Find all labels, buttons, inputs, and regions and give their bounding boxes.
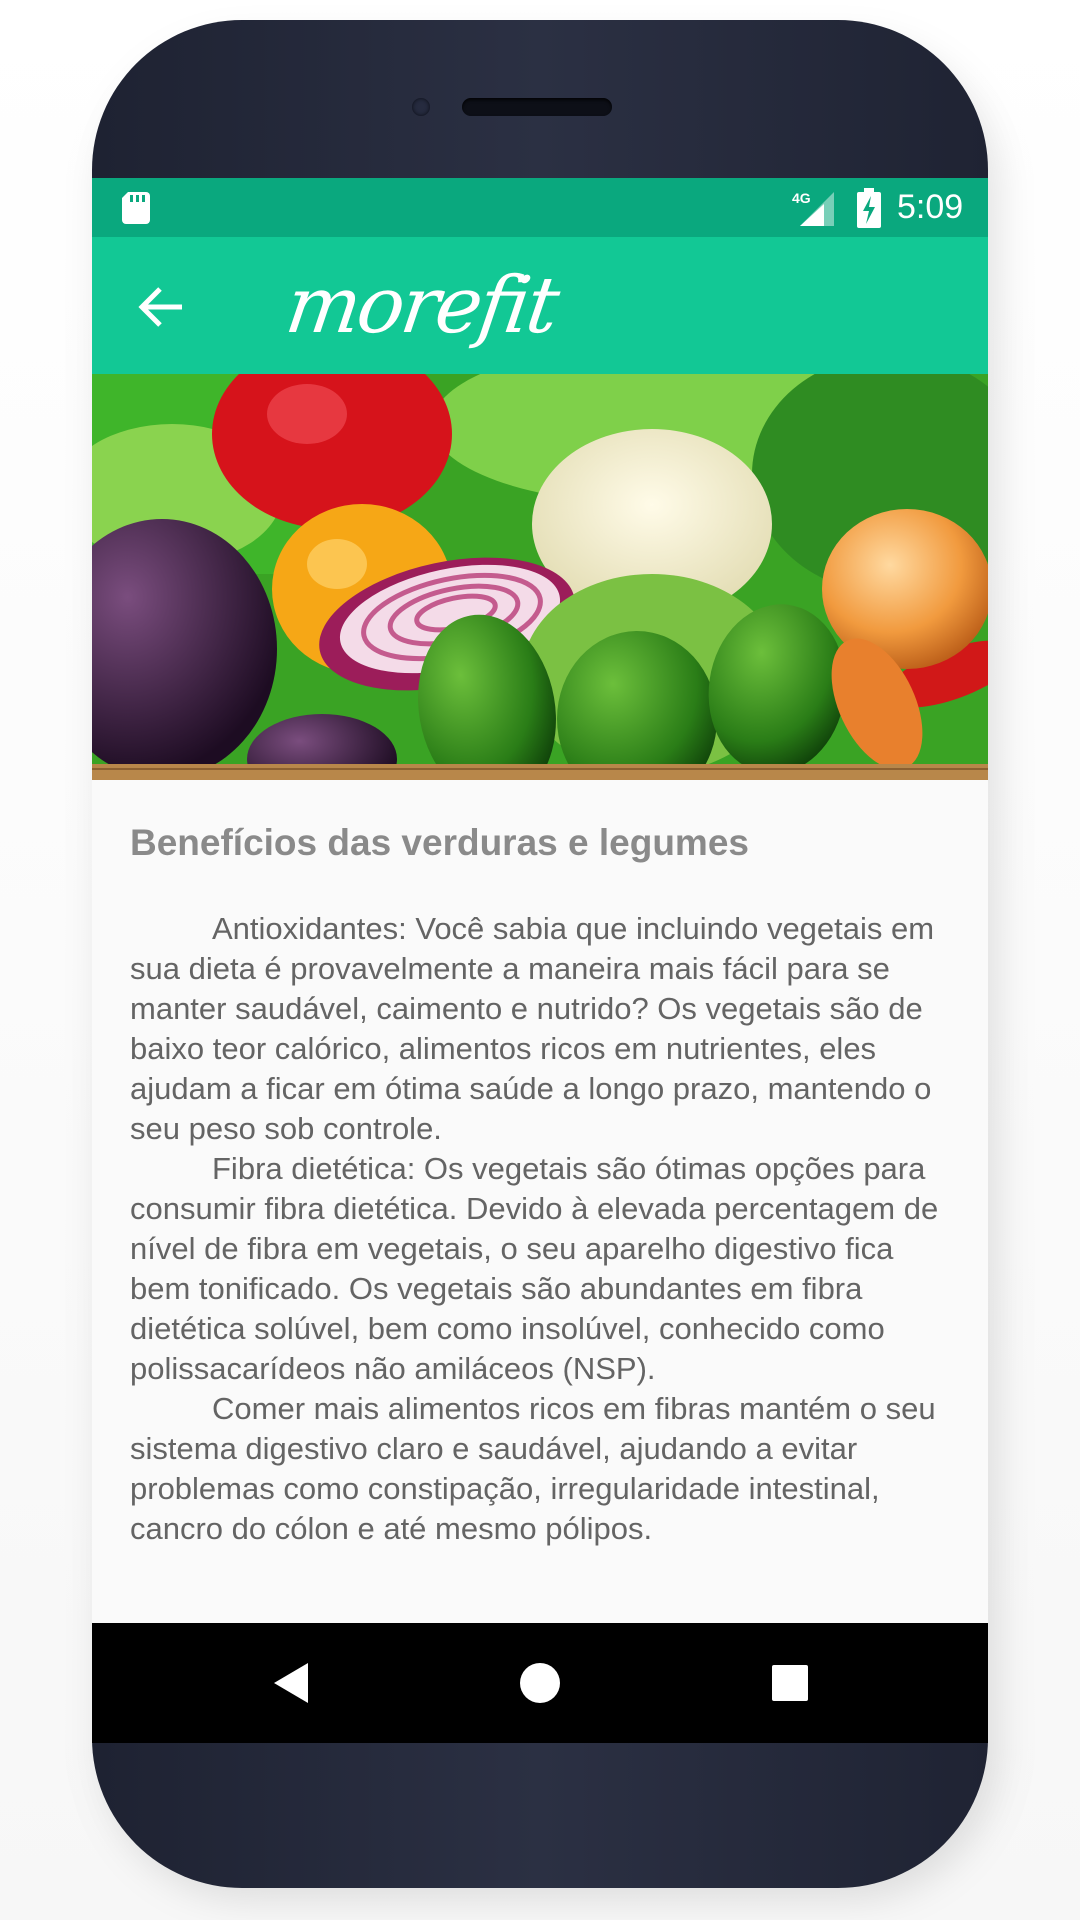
nav-recents-button[interactable]	[768, 1661, 812, 1705]
triangle-back-icon	[274, 1663, 308, 1703]
nav-back-button[interactable]	[270, 1661, 314, 1705]
article-paragraph: Fibra dietética: Os vegetais são ótimas …	[130, 1151, 939, 1386]
article-paragraph: Comer mais alimentos ricos em fibras man…	[130, 1391, 936, 1546]
back-button[interactable]	[132, 277, 192, 337]
article-title: Benefícios das verduras e legumes	[130, 822, 749, 863]
circle-home-icon	[520, 1663, 560, 1703]
nav-home-button[interactable]	[518, 1661, 562, 1705]
logo-text: morefit	[280, 261, 562, 351]
earpiece-speaker	[462, 98, 612, 116]
signal-icon: 4G	[792, 190, 834, 226]
front-camera	[412, 98, 430, 116]
article-paragraph: Antioxidantes: Você sabia que incluindo …	[130, 911, 935, 1146]
vegetables-image	[92, 374, 988, 780]
app-logo: morefit	[281, 261, 562, 361]
phone-screen: 4G 5:09 morefit Benefícios das verduras …	[92, 178, 988, 1743]
article-body: Antioxidantes: Você sabia que incluindo …	[130, 909, 955, 1549]
square-recents-icon	[772, 1665, 808, 1701]
status-clock: 5:09	[897, 188, 964, 226]
article-content[interactable]: Benefícios das verduras e legumes Antiox…	[130, 780, 955, 1620]
network-type-label: 4G	[792, 190, 811, 206]
arrow-left-icon	[138, 287, 182, 327]
hero-vegetables-image	[92, 374, 988, 780]
screenshot-stage: 4G 5:09 morefit Benefícios das verduras …	[0, 0, 1080, 1920]
status-bar: 4G 5:09	[92, 178, 988, 237]
battery-charging-icon	[857, 188, 881, 228]
system-navigation-bar	[92, 1623, 988, 1743]
app-bar: morefit	[92, 237, 988, 374]
sd-card-icon	[122, 192, 150, 224]
